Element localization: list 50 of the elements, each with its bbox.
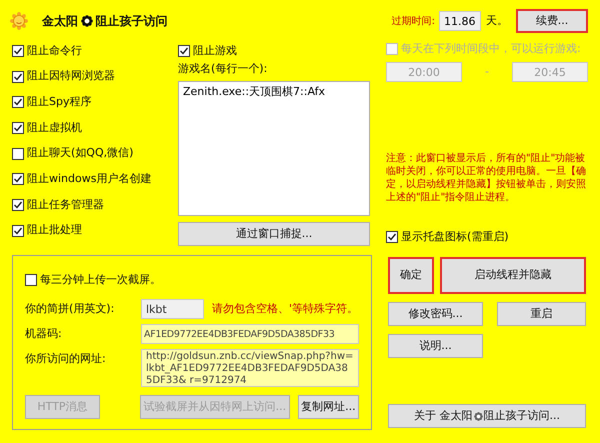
checkbox[interactable]: [12, 96, 24, 108]
checkbox[interactable]: [178, 44, 190, 57]
checkbox-label[interactable]: 显示托盘图标(需重启): [401, 228, 509, 246]
game-list-field[interactable]: Zenith.exe::天顶围棋7::Afx: [178, 81, 370, 216]
action-button[interactable]: 说明...: [388, 334, 483, 358]
nickname-field[interactable]: lkbt: [141, 299, 204, 319]
capture-button[interactable]: 通过窗口捕捉...: [178, 222, 370, 246]
checkbox[interactable]: [12, 70, 24, 83]
checkbox[interactable]: [386, 231, 398, 244]
action-button[interactable]: 重启: [497, 302, 586, 326]
checkbox[interactable]: [25, 274, 37, 286]
checkbox-label[interactable]: 阻止因特网浏览器: [27, 68, 115, 85]
checkbox[interactable]: [12, 44, 24, 57]
checkbox[interactable]: [12, 224, 24, 237]
checkbox-label[interactable]: 阻止聊天(如QQ,微信): [27, 145, 134, 162]
checkbox-label[interactable]: 阻止批处理: [27, 222, 82, 239]
action-button[interactable]: 启动线程并隐藏: [440, 257, 586, 294]
url-field[interactable]: http://goldsun.znb.cc/viewSnap.php?hw=lkbt_AF1ED9772EE4DB3FEDAF9D5DA385DF33& r=9712974: [141, 349, 359, 387]
checkbox-label[interactable]: 阻止windows用户名创建: [27, 171, 152, 188]
checkbox[interactable]: [12, 148, 24, 160]
field-label: 机器码:: [25, 326, 63, 342]
machine-code-field[interactable]: AF1ED9772EE4DB3FEDAF9D5DA385DF33: [141, 324, 359, 344]
about-button[interactable]: 关于 金太阳 阻止孩子访问...: [388, 404, 586, 428]
checkbox-label[interactable]: 阻止游戏: [193, 42, 237, 60]
flower-icon: [80, 15, 93, 27]
checkbox[interactable]: [12, 198, 24, 211]
unit-label: 天。: [486, 12, 508, 29]
expiry-field[interactable]: 11.86: [439, 11, 481, 31]
checkbox[interactable]: [12, 173, 24, 186]
time-separator: -: [485, 64, 489, 80]
copy-button[interactable]: 复制网址...: [298, 395, 359, 419]
window-title: 金太阳: [42, 13, 78, 30]
checkbox-label[interactable]: 阻止任务管理器: [27, 196, 104, 214]
sun-icon: [10, 12, 28, 30]
list-label: 游戏名(每行一个):: [178, 60, 268, 77]
checkbox-label[interactable]: 阻止命令行: [27, 42, 82, 60]
renew-button[interactable]: 续费...: [516, 9, 588, 33]
checkbox-label[interactable]: 每三分钟上传一次截屏。: [40, 272, 161, 288]
window-title: 阻止孩子访问: [96, 13, 168, 30]
checkbox-label[interactable]: 阻止虚拟机: [27, 120, 82, 136]
notice-text: 注意：此窗口被显示后，所有的"阻止"功能被临时关闭，你可以正常的使用电脑。一旦【确定，以启动线程并隐藏】按钮被单击，则安照上述的"阻止"指令阻止进程。: [386, 152, 587, 204]
field-label: 你的简拼(用英文):: [25, 301, 116, 317]
hint-text: 请勿包含空格、'等特殊字符。: [212, 301, 358, 317]
flower-icon: [474, 412, 482, 420]
action-button[interactable]: 确定: [388, 257, 434, 294]
action-button[interactable]: 修改密码...: [388, 302, 483, 326]
checkbox-label[interactable]: 阻止Spy程序: [27, 94, 92, 110]
expiry-label: 过期时间:: [392, 14, 436, 28]
field-label: 你所访问的网址:: [25, 351, 107, 367]
checkbox[interactable]: [12, 122, 24, 134]
